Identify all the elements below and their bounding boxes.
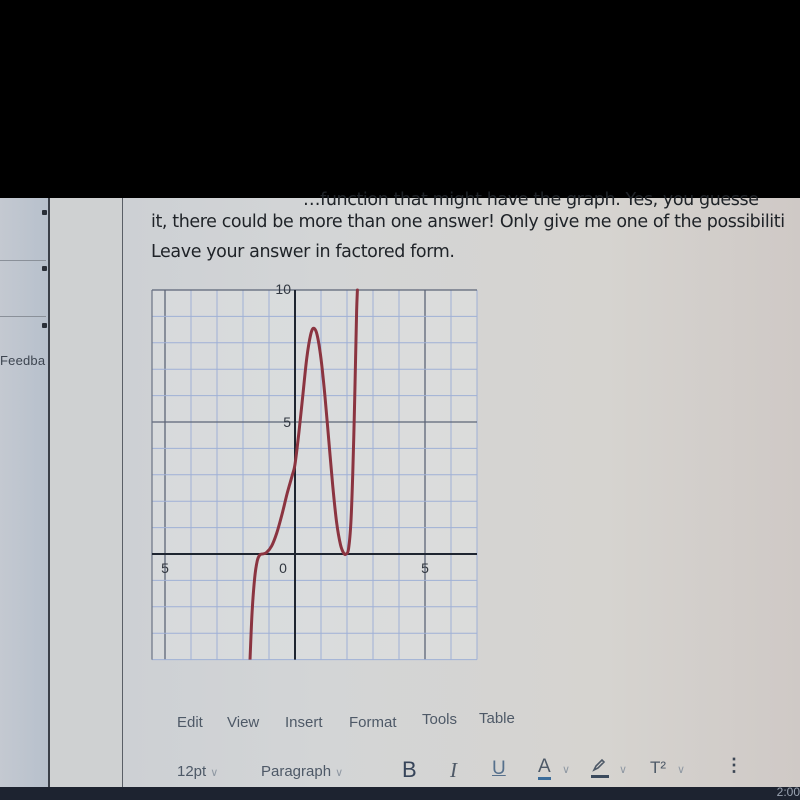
question-gutter [50, 198, 123, 800]
superscript-button[interactable]: T² [650, 758, 666, 778]
nav-bullet-icon[interactable] [42, 266, 47, 271]
graph-grid [151, 289, 478, 661]
font-size-select[interactable]: 12pt ∨ [177, 763, 218, 780]
chevron-down-icon: ∨ [210, 767, 219, 779]
menu-tools[interactable]: Tools [422, 711, 457, 728]
chevron-down-icon: ∨ [335, 767, 344, 779]
nav-divider [0, 260, 46, 261]
function-graph: 5 0 5 5 10 [151, 281, 478, 661]
menu-format[interactable]: Format [349, 714, 397, 731]
block-format-value: Paragraph [261, 763, 332, 780]
y-tick-label: 10 [275, 281, 291, 297]
highlight-button[interactable] [591, 757, 609, 778]
font-size-value: 12pt [177, 763, 207, 780]
menu-table[interactable]: Table [479, 710, 515, 727]
more-options-icon[interactable]: ⋮ [725, 755, 743, 776]
screen: Feedba …function that might have the gra… [0, 190, 800, 800]
x-tick-label: 5 [421, 560, 429, 576]
block-format-select[interactable]: Paragraph ∨ [261, 763, 343, 780]
chevron-down-icon[interactable]: ∨ [562, 763, 570, 776]
chevron-down-icon[interactable]: ∨ [677, 763, 685, 776]
y-tick-label: 5 [283, 414, 291, 430]
underline-button[interactable]: U [492, 758, 506, 780]
taskbar [0, 787, 800, 800]
nav-bullet-icon[interactable] [42, 210, 47, 215]
x-tick-label: 0 [279, 560, 287, 576]
chevron-down-icon[interactable]: ∨ [619, 763, 627, 776]
nav-divider [0, 316, 46, 317]
question-content: …function that might have the graph. Yes… [123, 190, 800, 800]
menu-insert[interactable]: Insert [285, 714, 323, 731]
bold-button[interactable]: B [402, 757, 417, 783]
course-nav: Feedba [0, 198, 50, 800]
italic-button[interactable]: I [450, 758, 457, 783]
menu-view[interactable]: View [227, 714, 259, 731]
menu-edit[interactable]: Edit [177, 714, 203, 731]
text-color-icon: A [538, 756, 551, 777]
taskbar-clock: 2:00 [776, 785, 800, 799]
highlighter-icon [592, 758, 606, 772]
feedback-link[interactable]: Feedba [0, 353, 45, 368]
text-color-button[interactable]: A [538, 757, 551, 780]
nav-bullet-icon[interactable] [42, 323, 47, 328]
x-tick-label: 5 [161, 560, 169, 576]
